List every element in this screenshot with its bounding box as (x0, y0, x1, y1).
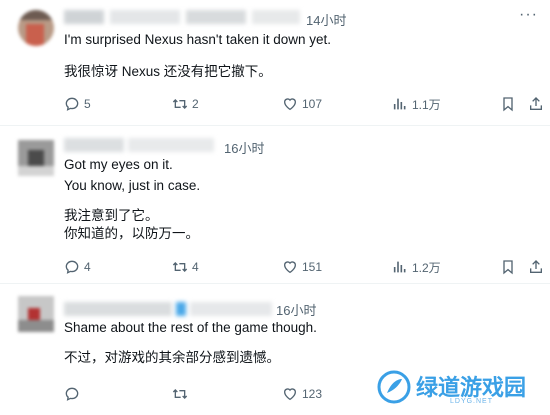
tweet-text-line: 我注意到了它。 (64, 208, 159, 223)
view-count: 1.1万 (412, 97, 441, 112)
share-icon (530, 260, 542, 273)
like-count: 107 (302, 97, 323, 111)
avatar[interactable] (18, 296, 54, 332)
views-button[interactable]: 1.2万 (392, 257, 441, 277)
reply-button[interactable]: 4 (64, 257, 91, 277)
tweet-text-line: Shame about the rest of the game though. (64, 320, 317, 335)
reply-icon (65, 260, 79, 274)
tweet-text-line: I'm surprised Nexus hasn't taken it down… (64, 32, 332, 47)
watermark-subtext: LDYG.NET (450, 398, 494, 405)
retweet-icon (172, 262, 188, 272)
tweet-text-line: 我很惊讶 Nexus 还没有把它撤下。 (64, 64, 272, 79)
share-button[interactable] (528, 257, 544, 277)
analytics-icon (393, 98, 406, 110)
tweet-text-line: 你知道的，以防万一。 (64, 226, 199, 241)
watermark-logo-icon (377, 370, 411, 404)
tweet-timestamp[interactable]: 16小时 (224, 138, 264, 157)
retweet-button[interactable]: 4 (172, 257, 199, 277)
analytics-icon (393, 261, 406, 273)
heart-icon (283, 261, 297, 274)
more-options-icon[interactable]: ··· (519, 6, 538, 24)
heart-icon (283, 388, 297, 401)
bookmark-icon (503, 260, 513, 275)
view-count: 1.2万 (412, 260, 441, 275)
share-icon (530, 97, 542, 110)
reply-button[interactable] (64, 384, 80, 404)
reply-icon (65, 97, 79, 111)
author-name-blurred[interactable] (64, 138, 214, 152)
retweet-button[interactable] (172, 384, 188, 404)
tweet-text-line: Got my eyes on it. (64, 157, 173, 172)
site-watermark: 绿道游戏园 LDYG.NET (372, 365, 547, 413)
retweet-count: 2 (192, 97, 199, 111)
tweet-timestamp[interactable]: 16小时 (276, 300, 316, 319)
reply-count: 4 (84, 260, 91, 274)
reply-icon (65, 387, 79, 401)
views-button[interactable]: 1.1万 (392, 94, 441, 114)
retweet-icon (172, 389, 188, 399)
author-name-blurred[interactable] (64, 302, 272, 316)
tweet-text-line: You know, just in case. (64, 178, 201, 193)
tweet-timestamp[interactable]: 14小时 (306, 10, 346, 29)
avatar[interactable] (18, 10, 54, 46)
heart-icon (283, 98, 297, 111)
retweet-icon (172, 99, 188, 109)
reply-count: 5 (84, 97, 91, 111)
like-button[interactable]: 123 (282, 384, 322, 404)
bookmark-button[interactable] (500, 257, 516, 277)
avatar[interactable] (18, 140, 54, 176)
share-button[interactable] (528, 94, 544, 114)
tweet-actions: 5 2 107 1.1万 (0, 94, 550, 114)
like-count: 123 (302, 387, 323, 401)
tweet-actions: 4 4 151 1.2万 (0, 257, 550, 277)
author-name-blurred[interactable] (64, 10, 300, 24)
bookmark-icon (503, 97, 513, 112)
retweet-button[interactable]: 2 (172, 94, 199, 114)
like-button[interactable]: 107 (282, 94, 322, 114)
tweet-text-line: 不过，对游戏的其余部分感到遗憾。 (64, 350, 280, 365)
like-button[interactable]: 151 (282, 257, 322, 277)
retweet-count: 4 (192, 260, 199, 274)
like-count: 151 (302, 260, 323, 274)
bookmark-button[interactable] (500, 94, 516, 114)
reply-button[interactable]: 5 (64, 94, 91, 114)
